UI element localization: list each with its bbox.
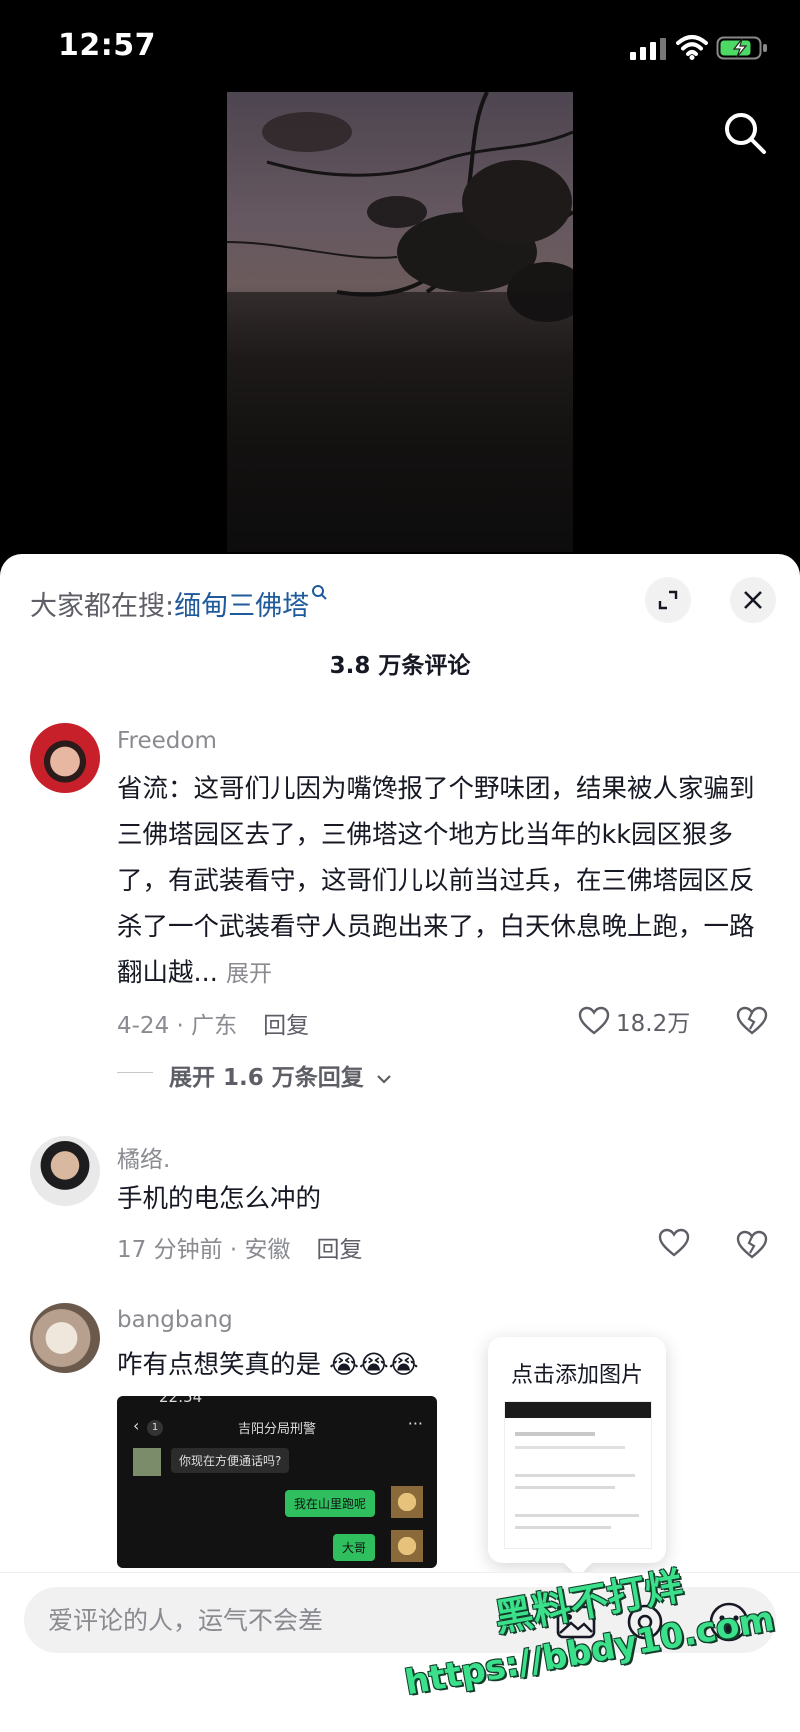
chat-avatar bbox=[391, 1486, 423, 1518]
chat-title: 吉阳分局刑警 bbox=[237, 1422, 316, 1437]
chat-bubble-left: 你现在方便通话吗? bbox=[171, 1448, 290, 1473]
thumbnail-line bbox=[515, 1446, 625, 1449]
reply-button[interactable]: 回复 bbox=[317, 1237, 363, 1263]
chat-avatar bbox=[391, 1530, 423, 1562]
like-count: 18.2万 bbox=[616, 1011, 691, 1037]
comment-text: 省流：这哥们儿因为嘴馋报了个野味团，结果被人家骗到三佛塔园区去了，三佛塔这个地方… bbox=[117, 766, 772, 997]
comment-meta: 4-24 · 广东 回复 bbox=[117, 1006, 309, 1040]
comment-text: 咋有点想笑真的是 😭😭😭 bbox=[117, 1342, 772, 1388]
thumbnail-line bbox=[515, 1474, 635, 1477]
broken-heart-icon[interactable] bbox=[736, 1006, 768, 1036]
comment-username[interactable]: 橘络. bbox=[117, 1140, 170, 1174]
comment-text: 手机的电怎么冲的 bbox=[117, 1184, 322, 1214]
chat-avatar bbox=[133, 1448, 161, 1476]
broken-heart-icon[interactable] bbox=[736, 1230, 768, 1260]
hot-search-suggestion[interactable]: 大家都在搜:缅甸三佛塔 bbox=[30, 584, 327, 623]
comment-text-content: 咋有点想笑真的是 bbox=[117, 1350, 322, 1380]
close-icon bbox=[744, 591, 762, 609]
thumbnail-line bbox=[515, 1514, 639, 1517]
search-icon bbox=[312, 585, 327, 600]
chat-bubble-right: 我在山里跑呢 bbox=[284, 1490, 375, 1517]
battery-icon bbox=[716, 36, 767, 60]
comment-text-content: 省流：这哥们儿因为嘴馋报了个野味团，结果被人家骗到三佛塔园区去了，三佛塔这个地方… bbox=[117, 774, 755, 988]
expand-replies-label: 展开 1.6 万条回复 bbox=[169, 1065, 364, 1091]
more-icon[interactable]: ··· bbox=[408, 1414, 423, 1433]
comment-meta: 17 分钟前 · 安徽 回复 bbox=[117, 1230, 363, 1264]
expand-button[interactable] bbox=[645, 577, 691, 623]
status-time: 12:57 bbox=[58, 28, 156, 63]
avatar[interactable] bbox=[30, 723, 100, 793]
expand-text-link[interactable]: 展开 bbox=[226, 961, 272, 987]
thumbnail-line bbox=[515, 1432, 595, 1436]
wifi-icon bbox=[676, 35, 708, 60]
chat-bubble-right: 大哥 bbox=[332, 1534, 375, 1561]
video-preview[interactable] bbox=[227, 92, 573, 552]
chevron-down-icon bbox=[377, 1075, 391, 1084]
chat-header: ‹ 1 吉阳分局刑警 ··· bbox=[117, 1414, 437, 1444]
comment-image[interactable]: 22:54 ‹ 1 吉阳分局刑警 ··· 你现在方便通话吗? 我在山里跑呢 大哥 bbox=[117, 1396, 437, 1568]
thumbnail-line bbox=[515, 1526, 611, 1529]
heart-icon bbox=[658, 1228, 690, 1257]
search-icon[interactable] bbox=[722, 110, 768, 156]
comment-count: 3.8 万条评论 bbox=[329, 653, 471, 679]
comment-username[interactable]: bangbang bbox=[117, 1307, 233, 1333]
screenshot-thumbnail[interactable] bbox=[504, 1401, 652, 1549]
add-image-label: 点击添加图片 bbox=[510, 1363, 643, 1388]
watermark: 黑料不打烊 https://bbdy10.com bbox=[380, 1564, 800, 1728]
close-button[interactable] bbox=[730, 577, 776, 623]
emoji-group: 😭😭😭 bbox=[329, 1350, 419, 1380]
like-button[interactable]: 18.2万 bbox=[578, 1004, 690, 1038]
comment-time-location: 17 分钟前 · 安徽 bbox=[117, 1237, 291, 1263]
like-button[interactable] bbox=[658, 1228, 696, 1258]
avatar[interactable] bbox=[30, 1136, 100, 1206]
chat-status-time: 22:54 bbox=[159, 1396, 203, 1406]
divider bbox=[117, 1072, 153, 1073]
expand-icon bbox=[658, 590, 678, 610]
avatar[interactable] bbox=[30, 1303, 100, 1373]
signal-icon bbox=[630, 38, 666, 60]
tree-branches-graphic bbox=[227, 92, 573, 552]
comment-time-location: 4-24 · 广东 bbox=[117, 1013, 238, 1039]
thumbnail-line bbox=[515, 1486, 615, 1489]
status-bar: 12:57 bbox=[0, 0, 800, 90]
heart-icon bbox=[578, 1006, 610, 1035]
add-image-popup[interactable]: 点击添加图片 bbox=[488, 1337, 666, 1578]
hot-search-prefix: 大家都在搜: bbox=[30, 591, 175, 622]
hot-search-keyword[interactable]: 缅甸三佛塔 bbox=[174, 591, 309, 622]
thumbnail-header-bar bbox=[505, 1402, 651, 1418]
reply-button[interactable]: 回复 bbox=[263, 1013, 309, 1039]
comment-username[interactable]: Freedom bbox=[117, 728, 217, 754]
expand-replies-button[interactable]: 展开 1.6 万条回复 bbox=[117, 1058, 392, 1092]
